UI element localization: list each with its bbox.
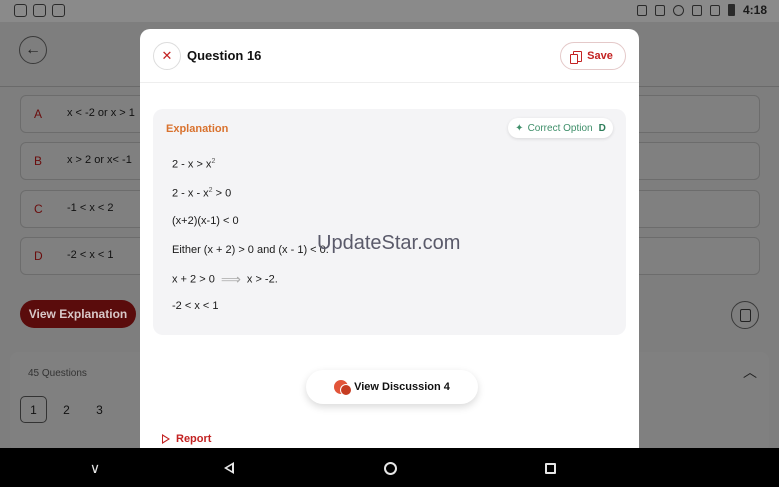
explanation-line-3: (x+2)(x-1) < 0 — [172, 215, 239, 227]
chevron-down-icon[interactable]: ∨ — [86, 459, 104, 477]
line-text: > 0 — [212, 187, 232, 200]
option-letter: A — [34, 107, 43, 121]
line-text: x + 2 > 0 — [172, 273, 215, 286]
correct-option-badge: ✦ Correct Option D — [508, 118, 613, 138]
option-text: x > 2 or x< -1 — [67, 154, 132, 166]
chat-bubbles-icon — [334, 380, 353, 396]
nav-home-button[interactable] — [381, 459, 399, 477]
youtube-icon — [14, 4, 27, 17]
explanation-line-2: 2 - x - x2 > 0 — [172, 187, 231, 200]
square-recents-icon — [544, 462, 556, 474]
chevron-up-icon[interactable]: ︿ — [743, 362, 757, 382]
explanation-line-5: x + 2 > 0 ⟹ x > -2. — [172, 271, 278, 288]
watermark: UpdateStar.com — [317, 232, 461, 254]
nav-back-button[interactable] — [220, 459, 238, 477]
explanation-heading: Explanation — [166, 123, 229, 135]
correct-option-label: Correct Option — [527, 122, 593, 134]
explanation-card: Explanation ✦ Correct Option D 2 - x > x… — [153, 109, 626, 335]
explanation-line-4: Either (x + 2) > 0 and (x - 1) < 0. — [172, 244, 329, 256]
circle-home-icon — [383, 461, 397, 475]
correct-option-value: D — [598, 122, 606, 134]
cellular-off-icon — [709, 4, 720, 16]
option-text: -1 < x < 2 — [67, 202, 114, 214]
sparkle-icon: ✦ — [515, 122, 524, 134]
question-number-3[interactable]: 3 — [86, 396, 113, 423]
report-label: Report — [176, 433, 212, 445]
view-discussion-button[interactable]: View Discussion 4 — [306, 370, 478, 404]
status-bar: 4:18 — [0, 0, 779, 22]
option-letter: D — [34, 249, 43, 263]
back-button[interactable]: ← — [19, 36, 47, 64]
save-label: Save — [587, 50, 613, 62]
save-button[interactable]: Save — [560, 42, 626, 70]
modal-title: Question 16 — [187, 48, 262, 63]
option-text: -2 < x < 1 — [67, 249, 114, 261]
questions-count: 45 Questions — [28, 368, 87, 379]
wifi-icon — [691, 4, 702, 16]
play-outline-icon — [162, 434, 170, 444]
gallery-icon — [33, 4, 46, 17]
question-explanation-modal: ✕ Question 16 Save Explanation ✦ Correct… — [140, 29, 639, 448]
explanation-line-1: 2 - x > x2 — [172, 158, 215, 171]
report-button[interactable]: Report — [162, 433, 211, 445]
do-not-disturb-icon — [672, 4, 684, 16]
nav-recents-button[interactable] — [541, 459, 559, 477]
arrow-left-icon: ← — [25, 41, 41, 58]
option-text: x < -2 or x > 1 — [67, 107, 135, 119]
option-letter: B — [34, 154, 43, 168]
cast-icon — [636, 4, 647, 16]
option-letter: C — [34, 202, 43, 216]
close-icon: ✕ — [161, 48, 173, 63]
navigation-bar: ∨ — [0, 448, 779, 487]
close-button[interactable]: ✕ — [153, 42, 181, 70]
question-number-2[interactable]: 2 — [53, 396, 80, 423]
superscript: 2 — [211, 158, 216, 165]
line-text: 2 - x - x — [172, 187, 209, 200]
copy-icon[interactable] — [731, 301, 759, 329]
modal-header-divider — [140, 82, 639, 83]
view-discussion-label: View Discussion 4 — [354, 381, 450, 393]
clock-time: 4:18 — [742, 3, 767, 17]
triangle-back-icon — [224, 462, 234, 474]
view-explanation-button[interactable]: View Explanation — [20, 300, 136, 328]
line-text: 2 - x > x — [172, 158, 212, 171]
bookmark-copy-icon — [570, 50, 583, 64]
line-text: x > -2. — [246, 273, 278, 286]
app-icon — [52, 4, 65, 17]
question-number-1[interactable]: 1 — [20, 396, 47, 423]
battery-icon — [727, 4, 735, 16]
bluetooth-icon — [654, 4, 665, 16]
explanation-line-6: -2 < x < 1 — [172, 300, 219, 312]
implies-arrow-icon: ⟹ — [220, 271, 241, 287]
